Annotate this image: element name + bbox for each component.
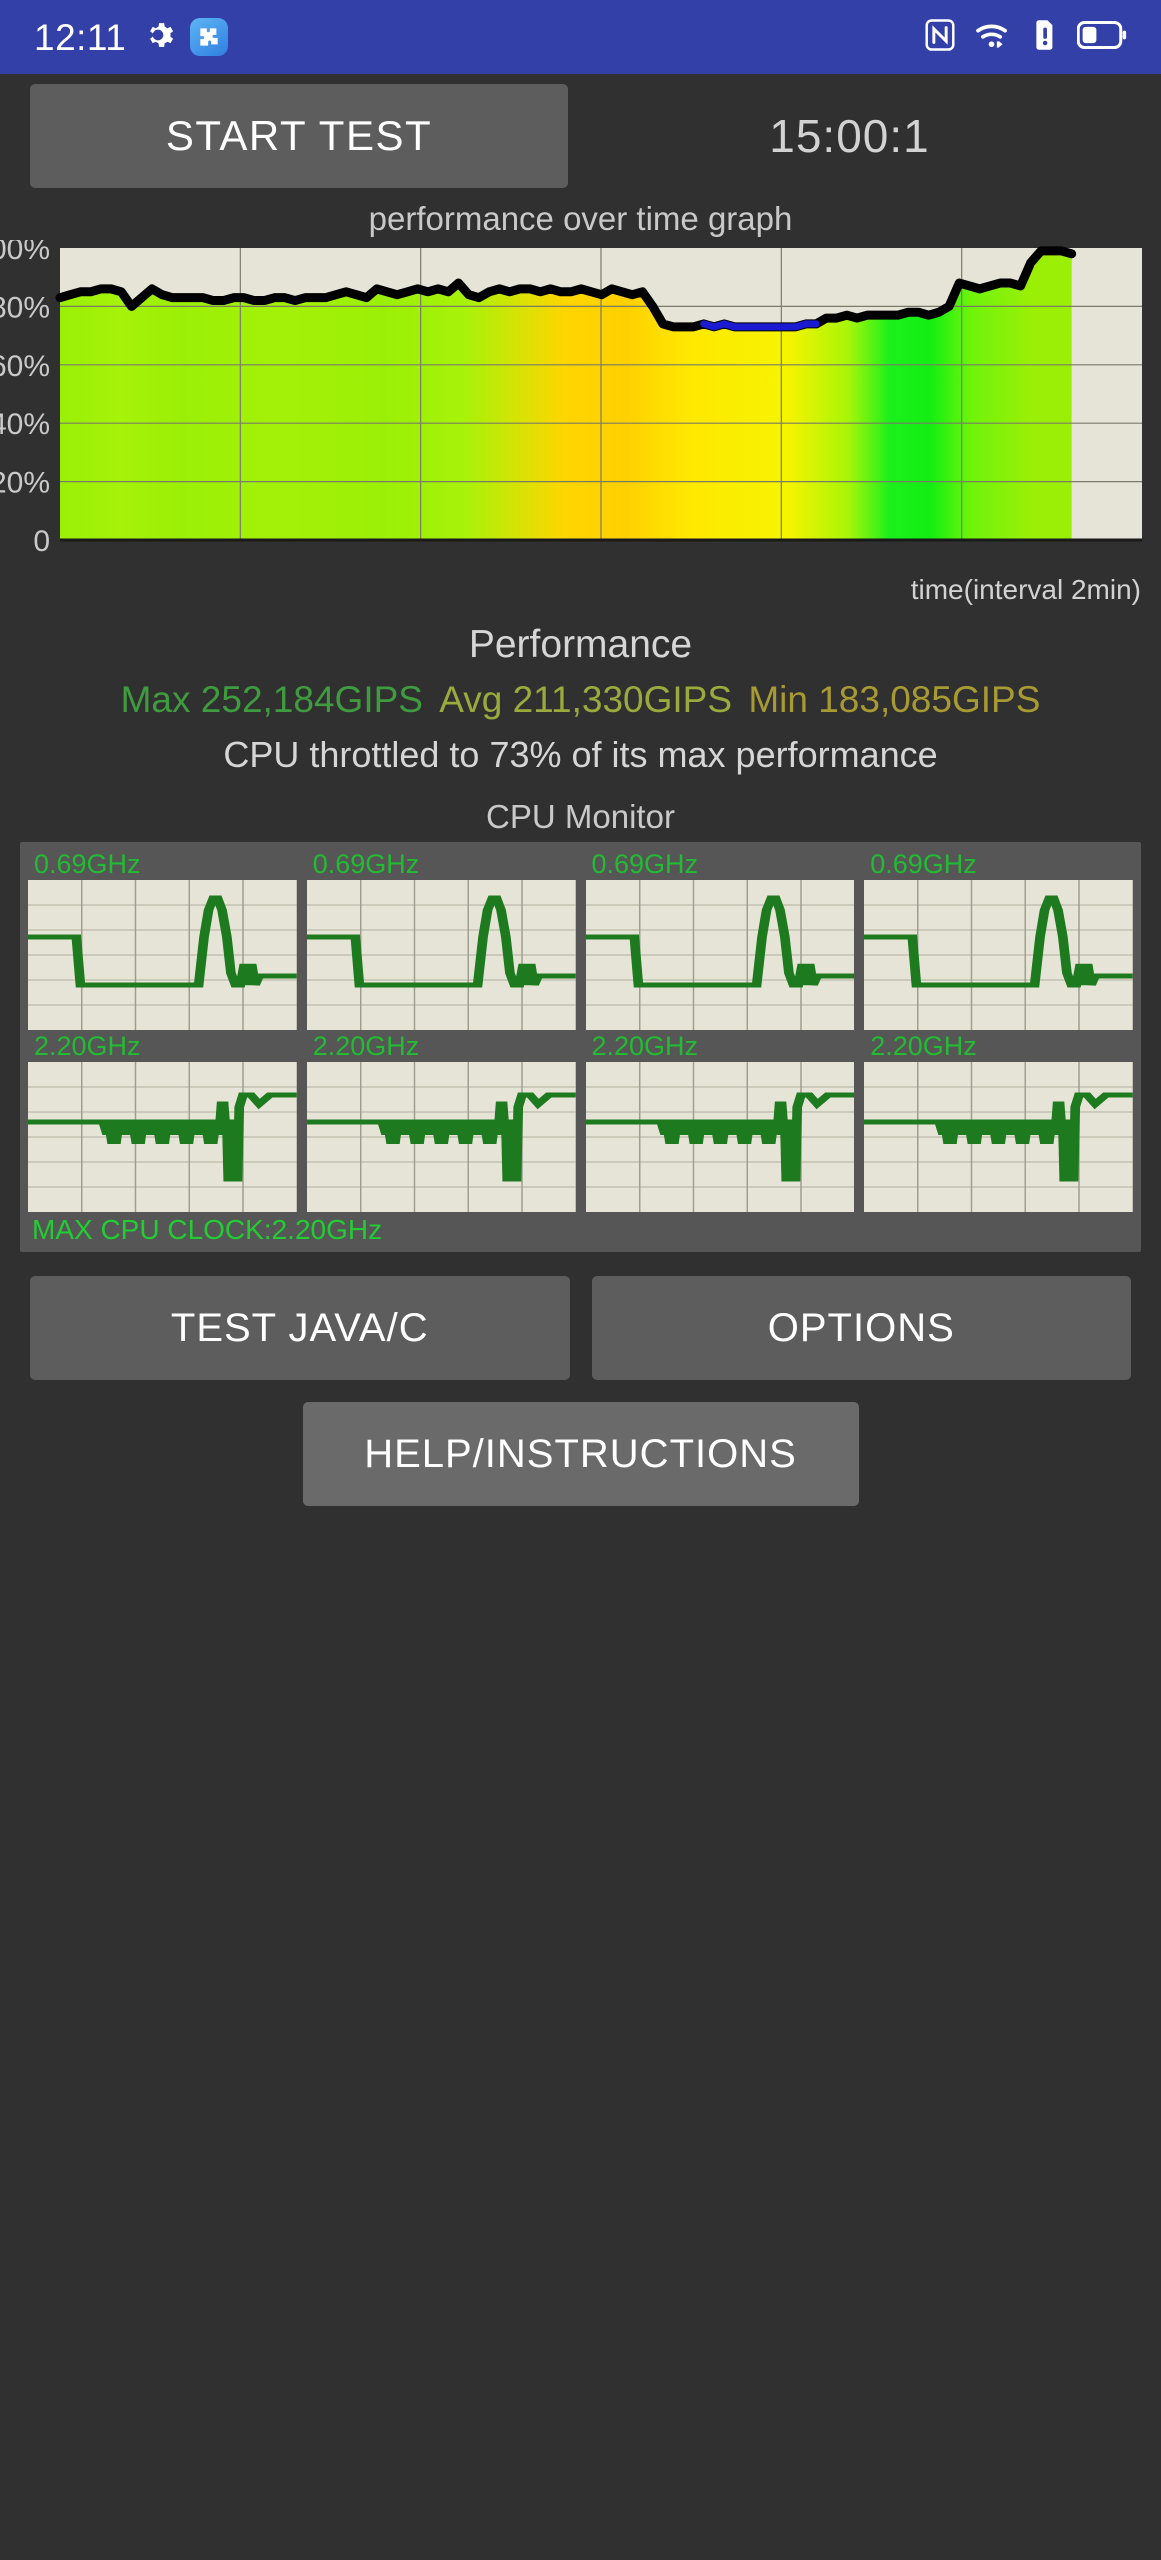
cpu-core-graph <box>306 1062 576 1212</box>
cpu-core-panel: 2.20GHz <box>306 1030 576 1212</box>
chart-y-tick-label: 0 <box>33 525 50 558</box>
cpu-core-clock-label: 0.69GHz <box>34 849 141 879</box>
status-bar-clock: 12:11 <box>34 16 127 58</box>
performance-stats-row: Max 252,184GIPS Avg 211,330GIPS Min 183,… <box>0 672 1161 728</box>
wifi-icon <box>975 19 1013 56</box>
cpu-core-graph <box>28 880 297 1030</box>
cpu-core-clock-label: 2.20GHz <box>870 1031 977 1061</box>
chart-y-tick-label: 20% <box>0 467 50 500</box>
cpu-core-panel: 0.69GHz <box>28 848 297 1030</box>
cpu-core-graph <box>28 1062 297 1212</box>
cpu-core-clock-label: 0.69GHz <box>870 849 977 879</box>
cpu-core-clock-label: 0.69GHz <box>591 849 699 879</box>
performance-chart-svg: 0 20% 40% 60% 80% 100% <box>0 240 1142 558</box>
chart-x-axis-label: time(interval 2min) <box>910 574 1141 605</box>
action-button-row: TEST JAVA/C OPTIONS <box>0 1252 1161 1380</box>
cpu-monitor-row: 0.69GHz 0.69GHz 0.69GHz 0.69GHz <box>28 848 1133 1030</box>
test-java-c-button[interactable]: TEST JAVA/C <box>30 1276 570 1380</box>
status-bar: 12:11 <box>0 0 1161 74</box>
help-instructions-button[interactable]: HELP/INSTRUCTIONS <box>302 1402 859 1506</box>
gear-icon <box>142 19 174 56</box>
puzzle-app-icon <box>190 18 229 56</box>
cpu-monitor-panel: 0.69GHz 0.69GHz 0.69GHz 0.69GHz 2.20GHz 2.20G… <box>20 842 1141 1252</box>
perf-min-value: Min 183,085GIPS <box>748 679 1041 720</box>
cpu-core-panel: 2.20GHz <box>864 1030 1133 1212</box>
cpu-monitor-title: CPU Monitor <box>486 798 675 835</box>
cpu-core-panel: 0.69GHz <box>585 848 855 1030</box>
perf-avg-value: Avg 211,330GIPS <box>439 679 733 720</box>
throttle-note: CPU throttled to 73% of its max performa… <box>223 734 938 775</box>
top-control-row: START TEST 15:00:1 <box>0 74 1161 198</box>
status-bar-right-group <box>925 18 1127 56</box>
cpu-core-graph <box>864 880 1133 1030</box>
cpu-core-clock-label: 2.20GHz <box>312 1031 420 1061</box>
chart-y-tick-label: 100% <box>0 240 50 266</box>
chart-y-tick-label: 60% <box>0 350 50 383</box>
chart-y-tick-label: 40% <box>0 408 50 441</box>
cpu-core-clock-label: 2.20GHz <box>34 1031 141 1061</box>
perf-max-value: Max 252,184GIPS <box>120 679 423 720</box>
sim-alert-icon <box>1033 19 1057 56</box>
cpu-core-panel: 2.20GHz <box>585 1030 855 1212</box>
cpu-core-graph <box>585 1062 855 1212</box>
options-button[interactable]: OPTIONS <box>591 1276 1131 1380</box>
performance-chart-section: performance over time graph 0 0% 0% 0% 0… <box>0 198 1161 606</box>
cpu-monitor-row: 2.20GHz 2.20GHz 2.20GHz 2.20GHz <box>28 1030 1133 1212</box>
max-cpu-clock-label: MAX CPU CLOCK:2.20GHz <box>32 1214 383 1245</box>
start-test-button[interactable]: START TEST <box>30 84 568 188</box>
performance-summary: Performance Max 252,184GIPS Avg 211,330G… <box>0 606 1161 782</box>
cpu-core-graph <box>306 880 576 1030</box>
battery-icon <box>1076 20 1127 54</box>
cpu-core-panel: 0.69GHz <box>864 848 1133 1030</box>
timer-display: 15:00:1 <box>769 110 930 162</box>
chart-min-marker <box>700 320 820 331</box>
help-button-row: HELP/INSTRUCTIONS <box>0 1380 1161 1506</box>
cpu-core-clock-label: 0.69GHz <box>312 849 420 879</box>
status-bar-left-group: 12:11 <box>34 16 229 58</box>
cpu-core-clock-label: 2.20GHz <box>591 1031 699 1061</box>
performance-heading: Performance <box>468 623 693 666</box>
chart-y-tick-label: 80% <box>0 291 50 324</box>
cpu-core-panel: 0.69GHz <box>306 848 576 1030</box>
cpu-core-panel: 2.20GHz <box>28 1030 297 1212</box>
chart-plot-area: 0 20% 40% 60% 80% 100% <box>0 240 1161 570</box>
cpu-core-graph <box>585 880 855 1030</box>
chart-title: performance over time graph <box>368 200 793 237</box>
cpu-core-graph <box>864 1062 1133 1212</box>
nfc-icon <box>925 18 955 56</box>
